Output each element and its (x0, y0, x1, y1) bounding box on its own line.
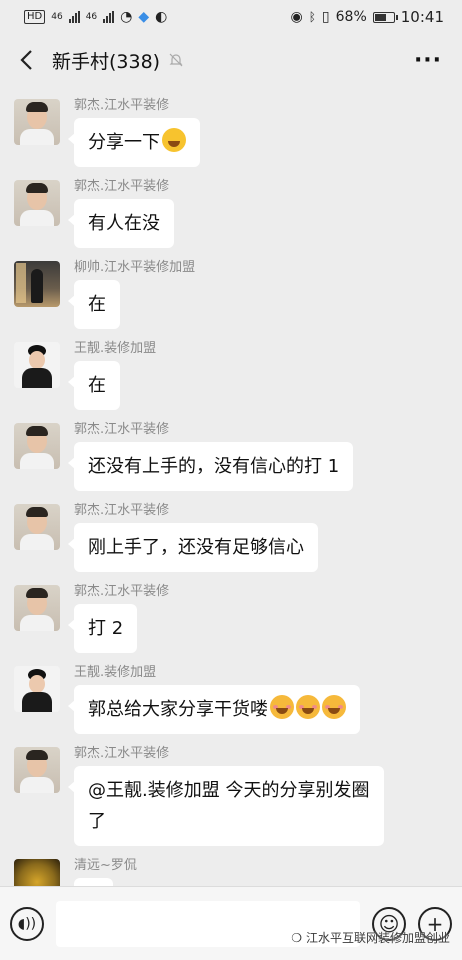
message-text: 在 (88, 375, 106, 396)
eye-icon: ◉ (290, 9, 303, 25)
signal-label-1: 46 (51, 12, 63, 22)
message-body: 王靓.装修加盟在 (68, 341, 157, 410)
avatar[interactable] (14, 261, 60, 307)
signal-icon-2 (103, 11, 115, 23)
message-body: 王靓.装修加盟郭总给大家分享干货喽 (68, 665, 360, 734)
voice-icon: ◖)) (17, 915, 37, 932)
message-body: 郭杰.江水平装修打 2 (67, 584, 170, 653)
battery-icon (372, 11, 398, 23)
avatar[interactable] (14, 747, 60, 793)
message-body: 郭杰.江水平装修刚上手了，还没有足够信心 (68, 503, 318, 572)
more-button[interactable]: ··· (408, 48, 448, 73)
bluetooth-icon: ᛒ (308, 10, 316, 24)
avatar[interactable] (14, 99, 60, 145)
message-body: 清远~罗侃 2 (74, 858, 137, 886)
chat-header: 新手村(338) ··· (0, 34, 462, 86)
message-list[interactable]: 郭杰.江水平装修 分享一下 郭杰.江水平装修 有人在没 柳帅.江水平装修加盟在王靓.装修… (0, 86, 462, 886)
avatar[interactable] (14, 180, 60, 226)
message-text: 刚上手了，还没有足够信心 (88, 537, 304, 558)
message-text: 分享一下 (88, 132, 160, 153)
message-row: 郭杰.江水平装修打 2 (0, 584, 462, 653)
message-row: 郭杰.江水平装修还没有上手的，没有信心的打 1 (0, 422, 462, 491)
message-row: 郭杰.江水平装修有人在没 (0, 179, 462, 248)
avatar[interactable] (14, 504, 60, 550)
message-body: 柳帅.江水平装修加盟在 (68, 260, 196, 329)
message-row: 郭杰.江水平装修 @王靓.装修加盟 今天的分享别发圈了 (0, 746, 462, 846)
message-bubble[interactable]: 分享一下 (68, 118, 200, 167)
message-text: 打 2 (88, 618, 124, 639)
sender-name: 郭杰.江水平装修 (74, 98, 170, 113)
battery-percent: 68% (335, 9, 367, 25)
message-body: 郭杰.江水平装修有人在没 (68, 179, 174, 248)
app-notification-icon: ◆ (138, 9, 150, 25)
avatar[interactable] (14, 859, 60, 886)
watermark-text: 江水平互联网装修加盟创业 (305, 931, 450, 945)
message-bubble[interactable]: 郭总给大家分享干货喽 (68, 685, 360, 734)
mute-bell-icon (169, 53, 183, 67)
message-row: 王靓.装修加盟在 (0, 341, 462, 410)
more-dots-icon: ··· (413, 47, 443, 73)
chat-title: 新手村(338) (52, 50, 161, 73)
message-row: 柳帅.江水平装修加盟在 (0, 260, 462, 329)
message-body: 郭杰.江水平装修分享一下 (68, 98, 200, 167)
app-notification-icon-2: ◐ (155, 9, 168, 25)
message-bubble[interactable]: 在 (68, 280, 120, 329)
sender-name: 王靓.装修加盟 (74, 341, 157, 356)
message-text: @王靓.装修加盟 今天的分享别发圈了 (88, 780, 370, 832)
back-arrow-icon (20, 50, 32, 70)
input-bar: ◖)) ☺ + ❍ 江水平互联网装修加盟创业 (0, 886, 462, 960)
status-right: ◉ ᛒ ▯ 68% 10:41 (291, 8, 445, 26)
message-text: 还没有上手的，没有信心的打 1 (88, 456, 340, 477)
message-text: 有人在没 (88, 213, 160, 234)
signal-icon (68, 11, 80, 23)
back-button[interactable] (14, 48, 38, 72)
sender-name: 郭杰.江水平装修 (74, 422, 170, 437)
avatar[interactable] (14, 423, 60, 469)
vibrate-icon: ▯ (321, 9, 330, 25)
battery-fill (374, 13, 387, 21)
voice-button[interactable]: ◖)) (10, 906, 44, 941)
avatar[interactable] (14, 666, 60, 712)
sender-name: 郭杰.江水平装修 (74, 503, 170, 518)
sender-name: 郭杰.江水平装修 (74, 179, 170, 194)
sender-name: 清远~罗侃 (74, 858, 137, 873)
message-row: 郭杰.江水平装修刚上手了，还没有足够信心 (0, 503, 462, 572)
status-bar: HD 46 46 ◔ ◆ ◐ ◉ ᛒ ▯ 68% 10:41 (0, 0, 462, 34)
sender-name: 柳帅.江水平装修加盟 (74, 260, 196, 275)
status-left: HD 46 46 ◔ ◆ ◐ (24, 9, 167, 25)
message-body: 郭杰.江水平装修 @王靓.装修加盟 今天的分享别发圈了 (68, 746, 384, 846)
hd-indicator: HD (24, 10, 46, 24)
sender-name: 郭杰.江水平装修 (74, 584, 170, 599)
clock: 10:41 (400, 8, 444, 26)
message-row: 郭杰.江水平装修分享一下 (0, 98, 462, 167)
sender-name: 郭杰.江水平装修 (74, 746, 170, 761)
blush-emoji-icon (296, 695, 320, 719)
signal-label-2: 46 (85, 12, 98, 22)
joy-emoji-icon (162, 128, 186, 152)
message-bubble[interactable]: 还没有上手的，没有信心的打 1 (67, 442, 354, 491)
message-row: 王靓.装修加盟郭总给大家分享干货喽 (0, 665, 462, 734)
message-bubble[interactable]: 打 2 (67, 604, 138, 653)
avatar[interactable] (14, 585, 60, 631)
message-text: 郭总给大家分享干货喽 (88, 699, 268, 720)
message-row: 清远~罗侃 2 (0, 858, 462, 886)
blush-emoji-icon (270, 695, 294, 719)
message-body: 郭杰.江水平装修还没有上手的，没有信心的打 1 (67, 422, 354, 491)
message-bubble[interactable]: 有人在没 (68, 199, 174, 248)
avatar[interactable] (14, 342, 60, 388)
wifi-icon: ◔ (120, 9, 133, 25)
wechat-logo-icon: ❍ (291, 930, 302, 945)
message-bubble[interactable]: 在 (68, 361, 120, 410)
message-bubble[interactable]: @王靓.装修加盟 今天的分享别发圈了 (68, 766, 384, 846)
message-text: 在 (88, 294, 106, 315)
blush-emoji-icon (322, 695, 346, 719)
sender-name: 王靓.装修加盟 (74, 665, 157, 680)
watermark: ❍ 江水平互联网装修加盟创业 (291, 929, 450, 946)
message-bubble[interactable]: 刚上手了，还没有足够信心 (68, 523, 318, 572)
message-bubble[interactable]: 2 (74, 878, 114, 886)
